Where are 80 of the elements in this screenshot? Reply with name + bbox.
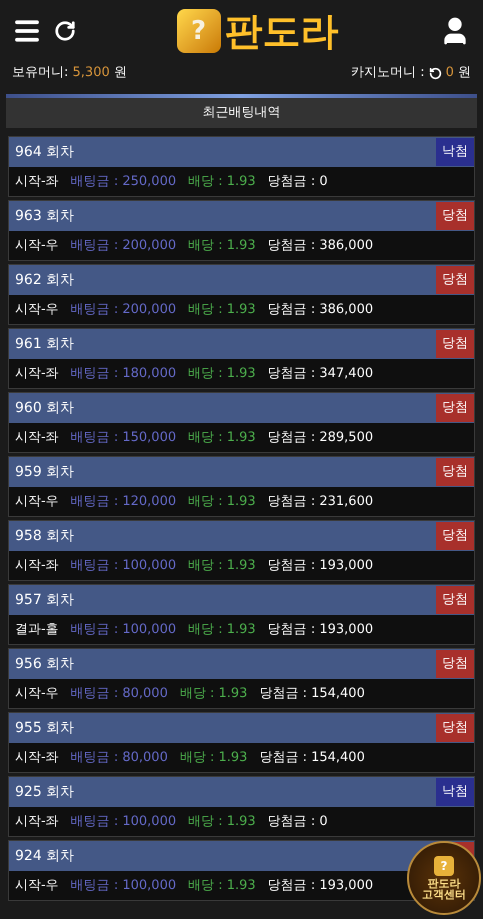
stake-label: 배팅금 : 100,000 <box>70 812 176 831</box>
result-badge: 당첨 <box>436 650 474 678</box>
stake-label: 배팅금 : 100,000 <box>70 876 176 895</box>
odds-label: 배당 : 1.93 <box>188 364 256 383</box>
logo-icon: ? <box>176 9 220 53</box>
result-badge: 당첨 <box>436 202 474 230</box>
result-badge: 당첨 <box>436 266 474 294</box>
result-badge: 당첨 <box>436 458 474 486</box>
payout-label: 당첨금 : 347,400 <box>268 364 374 383</box>
odds-label: 배당 : 1.93 <box>188 556 256 575</box>
round-label: 958 회차 <box>15 526 74 546</box>
odds-label: 배당 : 1.93 <box>188 300 256 319</box>
refresh-icon[interactable] <box>54 20 76 42</box>
payout-label: 당첨금 : 193,000 <box>268 620 374 639</box>
odds-label: 배당 : 1.93 <box>188 428 256 447</box>
payout-label: 당첨금 : 0 <box>268 172 328 191</box>
result-badge: 낙첨 <box>436 138 474 166</box>
result-badge: 당첨 <box>436 394 474 422</box>
stake-label: 배팅금 : 180,000 <box>70 364 176 383</box>
stake-label: 배팅금 : 120,000 <box>70 492 176 511</box>
pick-label: 시작-우 <box>15 236 59 255</box>
round-label: 960 회차 <box>15 398 74 418</box>
odds-label: 배당 : 1.93 <box>180 684 248 703</box>
stake-label: 배팅금 : 100,000 <box>70 556 176 575</box>
pick-label: 시작-좌 <box>15 428 59 447</box>
payout-label: 당첨금 : 193,000 <box>268 556 374 575</box>
round-label: 924 회차 <box>15 846 74 866</box>
support-button[interactable]: ? 판도라 고객센터 <box>407 841 481 915</box>
logo-text: 판도라 <box>224 12 338 50</box>
stake-label: 배팅금 : 250,000 <box>70 172 176 191</box>
round-label: 963 회차 <box>15 206 74 226</box>
pick-label: 시작-좌 <box>15 364 59 383</box>
stake-label: 배팅금 : 100,000 <box>70 620 176 639</box>
odds-label: 배당 : 1.93 <box>188 172 256 191</box>
odds-label: 배당 : 1.93 <box>188 236 256 255</box>
pick-label: 시작-우 <box>15 684 59 703</box>
casino-amount: 0 원 <box>446 64 471 82</box>
round-label: 956 회차 <box>15 654 74 674</box>
balance-text: 보유머니: 5,300 원 <box>12 64 127 82</box>
result-badge: 낙첨 <box>436 778 474 806</box>
odds-label: 배당 : 1.93 <box>180 748 248 767</box>
payout-label: 당첨금 : 289,500 <box>268 428 374 447</box>
odds-label: 배당 : 1.93 <box>188 876 256 895</box>
casino-label: 카지노머니 : <box>351 64 425 82</box>
pick-label: 시작-좌 <box>15 812 59 831</box>
payout-label: 당첨금 : 386,000 <box>268 300 374 319</box>
round-label: 962 회차 <box>15 270 74 290</box>
payout-label: 당첨금 : 154,400 <box>259 684 365 703</box>
pick-label: 시작-좌 <box>15 748 59 767</box>
payout-label: 당첨금 : 193,000 <box>268 876 374 895</box>
odds-label: 배당 : 1.93 <box>188 492 256 511</box>
round-label: 925 회차 <box>15 782 74 802</box>
round-label: 955 회차 <box>15 718 74 738</box>
payout-label: 당첨금 : 386,000 <box>268 236 374 255</box>
payout-label: 당첨금 : 154,400 <box>259 748 365 767</box>
pick-label: 결과-홀 <box>15 620 59 639</box>
odds-label: 배당 : 1.93 <box>188 812 256 831</box>
stake-label: 배팅금 : 200,000 <box>70 236 176 255</box>
pick-label: 시작-우 <box>15 876 59 895</box>
pick-label: 시작-우 <box>15 492 59 511</box>
stake-label: 배팅금 : 200,000 <box>70 300 176 319</box>
round-label: 959 회차 <box>15 462 74 482</box>
result-badge: 당첨 <box>436 586 474 614</box>
stake-label: 배팅금 : 150,000 <box>70 428 176 447</box>
stake-label: 배팅금 : 80,000 <box>70 684 168 703</box>
odds-label: 배당 : 1.93 <box>188 620 256 639</box>
round-label: 957 회차 <box>15 590 74 610</box>
payout-label: 당첨금 : 231,600 <box>268 492 374 511</box>
pick-label: 시작-좌 <box>15 556 59 575</box>
round-label: 964 회차 <box>15 142 74 162</box>
section-header: 최근배팅내역 <box>6 98 477 128</box>
stake-label: 배팅금 : 80,000 <box>70 748 168 767</box>
payout-label: 당첨금 : 0 <box>268 812 328 831</box>
refresh-icon[interactable] <box>428 66 442 80</box>
round-label: 961 회차 <box>15 334 74 354</box>
result-badge: 당첨 <box>436 330 474 358</box>
pick-label: 시작-좌 <box>15 172 59 191</box>
result-badge: 당첨 <box>436 522 474 550</box>
pick-label: 시작-우 <box>15 300 59 319</box>
result-badge: 당첨 <box>436 714 474 742</box>
